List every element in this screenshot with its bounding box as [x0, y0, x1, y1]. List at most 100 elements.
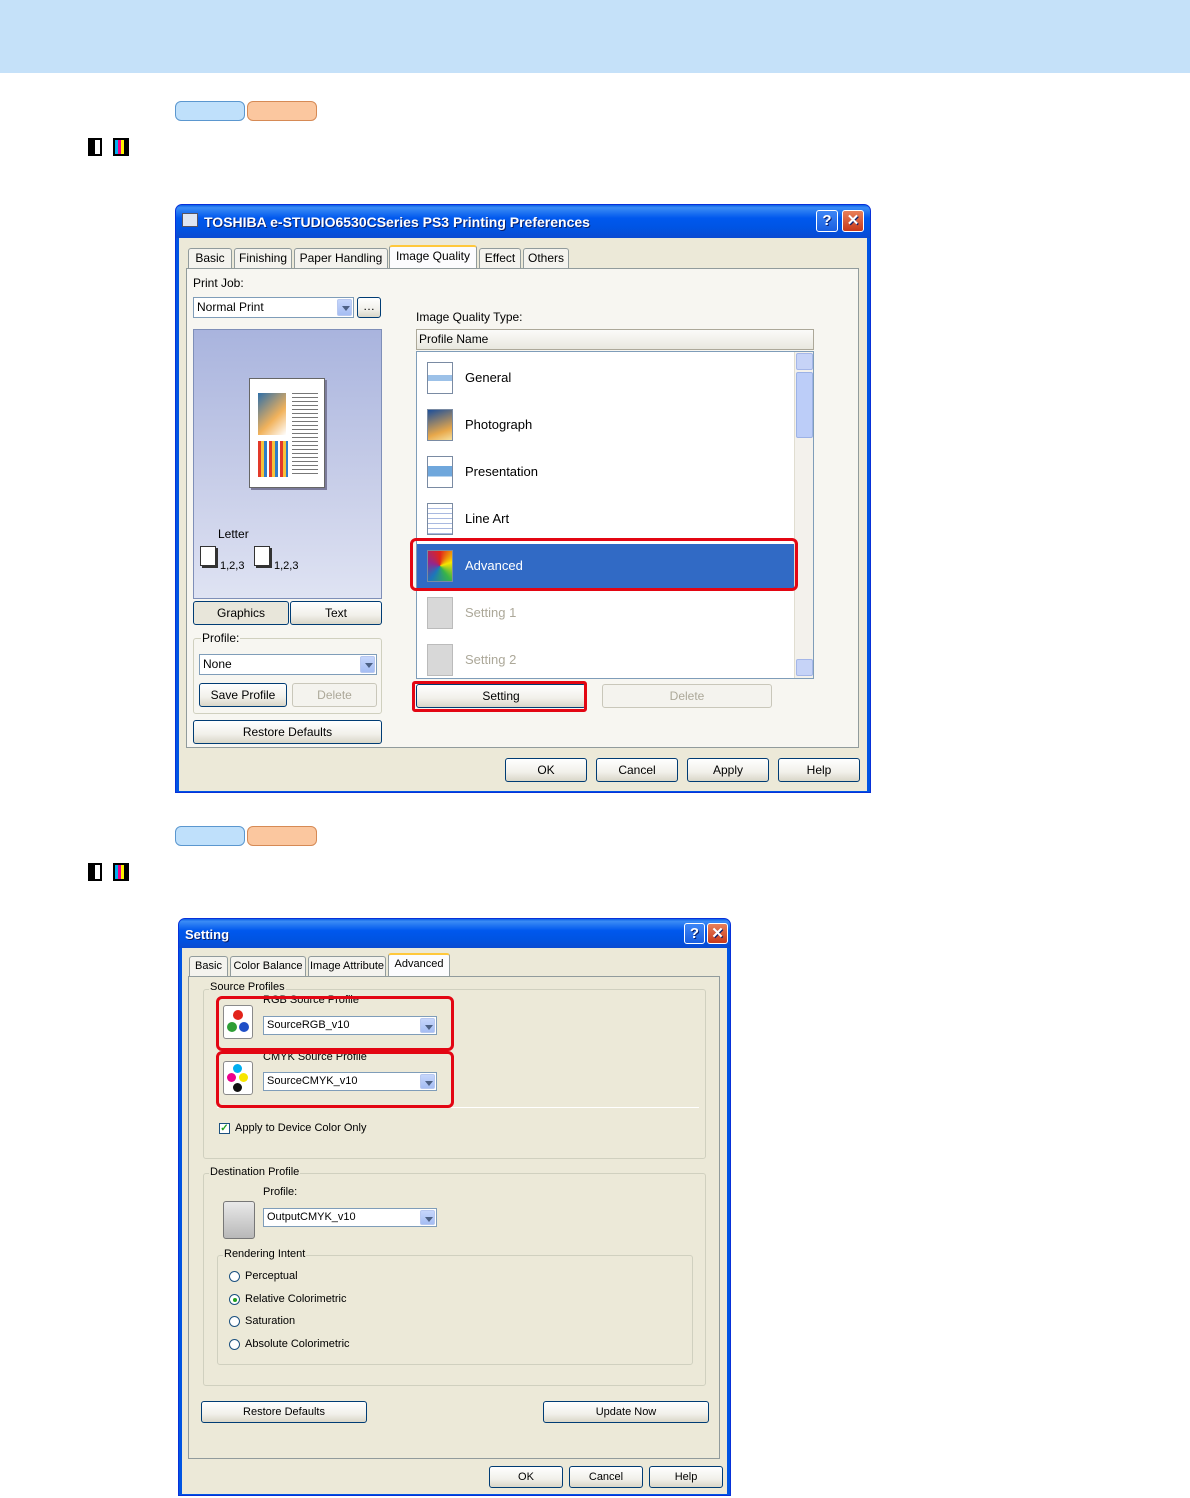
list-scrollbar[interactable]	[794, 352, 813, 678]
help-button[interactable]: Help	[649, 1466, 723, 1488]
saturation-label: Saturation	[245, 1315, 296, 1327]
source-profiles-label: Source Profiles	[209, 981, 286, 993]
list-item-general[interactable]: General	[417, 356, 792, 400]
printer-icon	[182, 213, 198, 227]
preview-page-thumbnail	[249, 378, 325, 488]
scroll-up-icon[interactable]	[796, 353, 813, 370]
image-quality-type-label: Image Quality Type:	[416, 310, 523, 324]
radio-relative-colorimetric[interactable]	[229, 1294, 240, 1305]
print-job-value: Normal Print	[197, 300, 264, 314]
cancel-button[interactable]: Cancel	[596, 758, 678, 782]
window-title: TOSHIBA e-STUDIO6530CSeries PS3 Printing…	[204, 214, 590, 230]
tab-image-quality[interactable]: Image Quality	[389, 245, 477, 268]
view-text-button[interactable]: Text	[290, 601, 382, 625]
scroll-down-icon[interactable]	[796, 659, 813, 676]
delete-setting-button[interactable]: Delete	[602, 684, 772, 708]
highlight-cmyk-source	[216, 1051, 454, 1108]
preview-photo	[258, 393, 286, 435]
line-art-icon	[427, 503, 453, 535]
close-icon[interactable]: ✕	[707, 923, 728, 944]
list-item-setting-2[interactable]: Setting 2	[417, 638, 792, 678]
radio-saturation[interactable]	[229, 1316, 240, 1327]
blue-tag	[175, 101, 245, 121]
tab-basic[interactable]: Basic	[189, 956, 228, 976]
preview-chart	[258, 441, 288, 477]
dest-profile-combo[interactable]: OutputCMYK_v10	[263, 1208, 437, 1227]
general-icon	[427, 362, 453, 394]
radio-absolute-colorimetric[interactable]	[229, 1339, 240, 1350]
print-job-more-button[interactable]: …	[357, 297, 381, 318]
save-profile-button[interactable]: Save Profile	[199, 683, 287, 707]
profile-name-header[interactable]: Profile Name	[416, 329, 814, 350]
window-title: Setting	[185, 927, 230, 942]
absolute-colorimetric-label: Absolute Colorimetric	[245, 1338, 350, 1350]
profile-value: None	[203, 657, 232, 671]
ok-button[interactable]: OK	[489, 1466, 563, 1488]
printer-device-icon	[223, 1201, 255, 1239]
tab-color-balance[interactable]: Color Balance	[230, 956, 306, 976]
tab-advanced[interactable]: Advanced	[388, 953, 450, 976]
black-white-icon	[88, 863, 102, 881]
color-icon	[113, 138, 129, 156]
list-item-photograph[interactable]: Photograph	[417, 403, 792, 447]
list-item-presentation[interactable]: Presentation	[417, 450, 792, 494]
scroll-thumb[interactable]	[796, 372, 813, 438]
copies-label-b: 1,2,3	[274, 560, 299, 572]
apply-device-label: Apply to Device Color Only	[235, 1122, 367, 1134]
paper-size-label: Letter	[218, 527, 249, 541]
ok-button[interactable]: OK	[505, 758, 587, 782]
copies-label-a: 1,2,3	[220, 560, 245, 572]
copies-icon	[200, 546, 216, 566]
highlight-setting-button	[412, 681, 587, 712]
tab-basic[interactable]: Basic	[188, 248, 232, 268]
list-item-setting-1[interactable]: Setting 1	[417, 591, 792, 635]
highlight-advanced	[410, 538, 798, 591]
update-now-button[interactable]: Update Now	[543, 1401, 709, 1423]
preview-text-lines	[292, 393, 318, 477]
tab-others[interactable]: Others	[523, 248, 569, 268]
image-quality-list: General Photograph Presentation Line Art…	[416, 351, 814, 679]
apply-device-checkbox[interactable]: ✓	[219, 1123, 230, 1134]
rendering-intent-label: Rendering Intent	[223, 1248, 307, 1260]
delete-profile-button[interactable]: Delete	[292, 683, 377, 707]
blue-tag	[175, 826, 245, 846]
photograph-icon	[427, 409, 453, 441]
tab-effect[interactable]: Effect	[479, 248, 521, 268]
orange-tag	[247, 101, 317, 121]
profile-label: Profile:	[201, 631, 241, 645]
help-button[interactable]: Help	[778, 758, 860, 782]
window-title-bar: Setting ? ✕	[179, 919, 730, 948]
chevron-down-icon[interactable]	[360, 656, 375, 673]
dest-profile-label: Profile:	[263, 1186, 298, 1198]
help-icon[interactable]: ?	[816, 210, 838, 232]
radio-perceptual[interactable]	[229, 1271, 240, 1282]
perceptual-label: Perceptual	[245, 1270, 298, 1282]
tab-image-attribute[interactable]: Image Attribute	[308, 956, 386, 976]
profile-combo[interactable]: None	[199, 654, 377, 675]
header-band	[0, 0, 1190, 73]
black-white-icon	[88, 138, 102, 156]
close-icon[interactable]: ✕	[842, 210, 864, 232]
chevron-down-icon[interactable]	[420, 1210, 435, 1225]
tab-finishing[interactable]: Finishing	[234, 248, 292, 268]
print-job-combo[interactable]: Normal Print	[193, 297, 354, 318]
user-setting-icon	[427, 597, 453, 629]
apply-button[interactable]: Apply	[687, 758, 769, 782]
destination-profile-label: Destination Profile	[209, 1166, 301, 1178]
color-icon	[113, 863, 129, 881]
page-preview: Letter 1,2,3 1,2,3	[193, 329, 382, 599]
restore-defaults-button[interactable]: Restore Defaults	[193, 720, 382, 744]
list-item-line-art[interactable]: Line Art	[417, 497, 792, 541]
window-title-bar: TOSHIBA e-STUDIO6530CSeries PS3 Printing…	[176, 205, 870, 238]
print-job-label: Print Job:	[193, 276, 244, 290]
dest-profile-value: OutputCMYK_v10	[267, 1211, 356, 1223]
highlight-rgb-source	[216, 996, 454, 1051]
user-setting-icon	[427, 644, 453, 676]
tab-paper-handling[interactable]: Paper Handling	[294, 248, 388, 268]
help-icon[interactable]: ?	[684, 923, 705, 944]
cancel-button[interactable]: Cancel	[569, 1466, 643, 1488]
restore-defaults-button[interactable]: Restore Defaults	[201, 1401, 367, 1423]
orange-tag	[247, 826, 317, 846]
chevron-down-icon[interactable]	[337, 299, 352, 316]
view-graphics-button[interactable]: Graphics	[193, 601, 289, 625]
